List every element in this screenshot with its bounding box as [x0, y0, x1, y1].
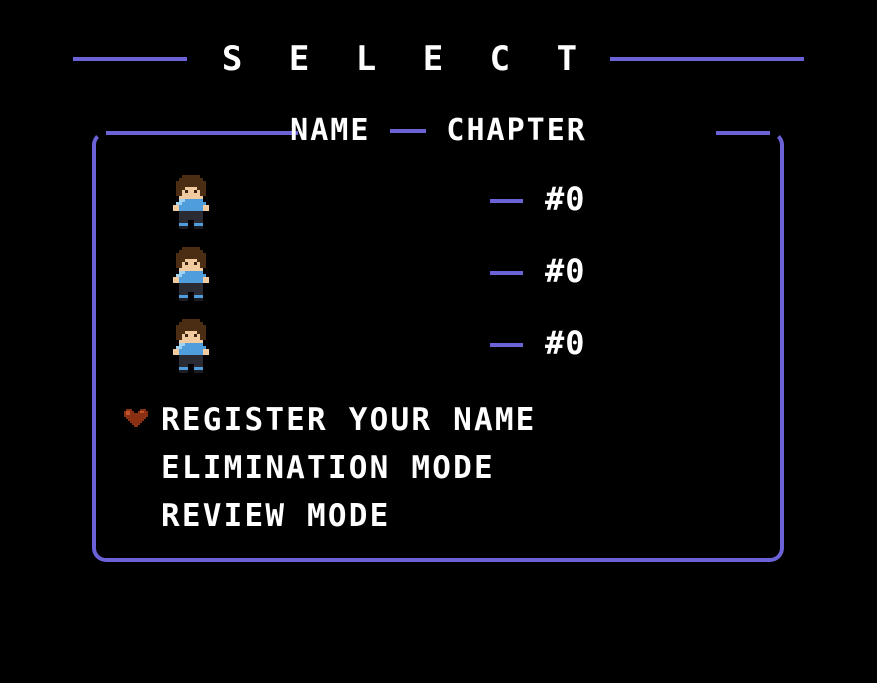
- header-rule-left: [72, 57, 187, 61]
- panel-top-border-right: [716, 131, 770, 135]
- save-file-name: [232, 318, 472, 368]
- save-file-chapter: #0: [545, 252, 586, 290]
- save-file-row[interactable]: #0: [0, 246, 877, 304]
- menu-item-label: REVIEW MODE: [161, 498, 391, 534]
- save-file-name: [232, 174, 472, 224]
- save-file-name: [232, 246, 472, 296]
- save-file-chapter: #0: [545, 324, 586, 362]
- chapter-separator-dash: [490, 343, 523, 347]
- select-header: S E L E C T: [0, 38, 877, 80]
- page-title: S E L E C T: [221, 39, 591, 79]
- save-file-row[interactable]: #0: [0, 174, 877, 232]
- panel-top-border-left: [106, 131, 298, 135]
- menu-item-elimination-mode[interactable]: ELIMINATION MODE: [0, 444, 877, 492]
- menu-item-label: REGISTER YOUR NAME: [161, 402, 537, 438]
- menu-item-register-your-name[interactable]: REGISTER YOUR NAME: [0, 396, 877, 444]
- chapter-separator-dash: [490, 271, 523, 275]
- player-sprite-icon: [167, 175, 215, 229]
- heart-soul-icon: [124, 407, 148, 429]
- save-file-row[interactable]: #0: [0, 318, 877, 376]
- game-screen: S E L E C T NAME CHAPTER #0 #0 #0 REGIST…: [0, 0, 877, 683]
- menu-item-label: ELIMINATION MODE: [161, 450, 495, 486]
- header-rule-right: [610, 57, 805, 61]
- player-sprite-icon: [167, 319, 215, 373]
- player-sprite-icon: [167, 247, 215, 301]
- menu-item-review-mode[interactable]: REVIEW MODE: [0, 492, 877, 540]
- mode-menu: REGISTER YOUR NAME ELIMINATION MODE REVI…: [0, 396, 877, 540]
- chapter-separator-dash: [490, 199, 523, 203]
- save-file-chapter: #0: [545, 180, 586, 218]
